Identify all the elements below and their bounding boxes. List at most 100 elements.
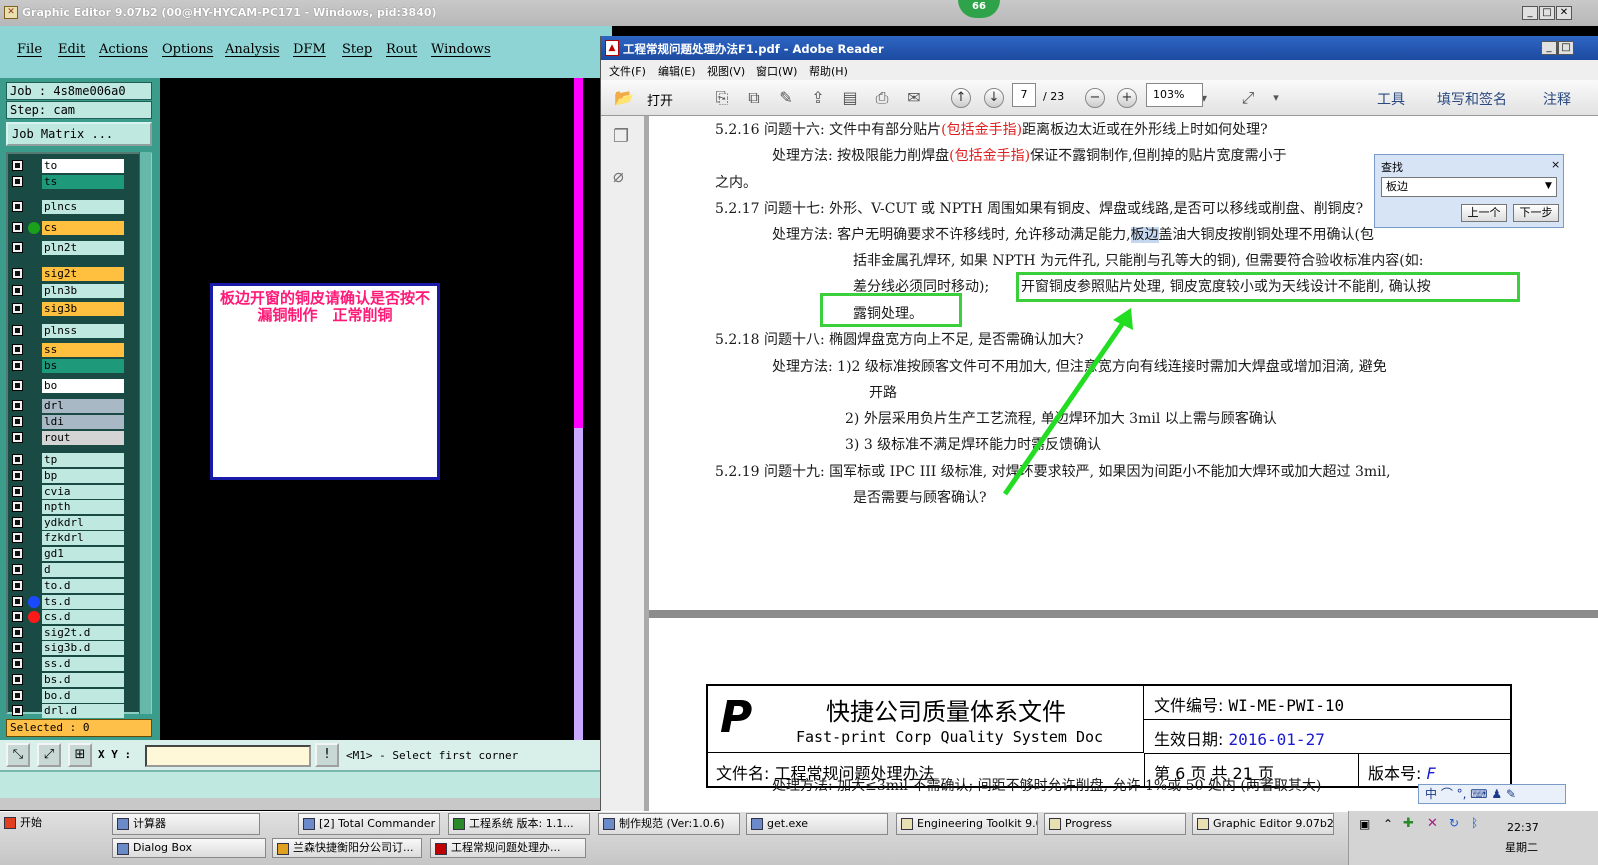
menu-options[interactable]: Options	[162, 42, 213, 57]
start-button[interactable]: 开始	[0, 813, 70, 835]
menu-windows[interactable]: Windows	[431, 42, 491, 57]
layer-checkbox[interactable]	[12, 380, 23, 391]
tray-x-icon[interactable]: ✕	[1427, 816, 1438, 831]
layer-name[interactable]: bp	[42, 469, 124, 483]
find-input[interactable]: 板边	[1381, 177, 1557, 197]
layer-row[interactable]: sig2t	[8, 266, 140, 282]
layer-checkbox[interactable]	[12, 517, 23, 528]
task-reader[interactable]: 工程常规问题处理办...	[430, 838, 586, 858]
layer-checkbox[interactable]	[12, 486, 23, 497]
layer-row[interactable]: ldi	[8, 414, 140, 430]
layer-name[interactable]: sig3b.d	[42, 641, 124, 655]
task-calculator[interactable]: 计算器	[112, 813, 260, 835]
layer-checkbox[interactable]	[12, 268, 23, 279]
layer-row[interactable]: rout	[8, 430, 140, 446]
layer-name[interactable]: cvia	[42, 485, 124, 499]
layer-row[interactable]: npth	[8, 499, 140, 515]
layer-name[interactable]: sig2t	[42, 267, 124, 281]
layer-row[interactable]: to.d	[8, 578, 140, 594]
layer-row[interactable]: sig3b	[8, 301, 140, 317]
layer-row[interactable]: sig2t.d	[8, 625, 140, 641]
find-dropdown-icon[interactable]: ▼	[1545, 181, 1552, 191]
layer-name[interactable]: cs.d	[42, 610, 124, 624]
layer-checkbox[interactable]	[12, 201, 23, 212]
layer-name[interactable]: ydkdrl	[42, 516, 124, 530]
layer-row[interactable]: plncs	[8, 199, 140, 215]
layer-checkbox[interactable]	[12, 344, 23, 355]
task-get-exe[interactable]: get.exe	[746, 813, 888, 835]
layer-name[interactable]: ldi	[42, 415, 124, 429]
layer-row[interactable]: ydkdrl	[8, 515, 140, 531]
layer-name[interactable]: rout	[42, 431, 124, 445]
layer-row[interactable]: cs	[8, 220, 140, 236]
layer-row[interactable]: bs.d	[8, 672, 140, 688]
tray-expand-icon[interactable]: ⌃	[1383, 817, 1393, 831]
layer-name[interactable]: cs	[42, 221, 124, 235]
layer-name[interactable]: bs	[42, 359, 124, 373]
layer-row[interactable]: ts	[8, 174, 140, 190]
task-total-commander[interactable]: [2] Total Commander 7...	[298, 813, 440, 835]
xy-input[interactable]	[145, 745, 311, 767]
layer-name[interactable]: to	[42, 159, 124, 173]
layer-name[interactable]: sig2t.d	[42, 626, 124, 640]
layer-row[interactable]: bo	[8, 378, 140, 394]
show-desktop-icon[interactable]: ▣	[1359, 817, 1370, 831]
layer-checkbox[interactable]	[12, 532, 23, 543]
layer-checkbox[interactable]	[12, 642, 23, 653]
layer-name[interactable]: pln2t	[42, 241, 124, 255]
layer-name[interactable]: bo	[42, 379, 124, 393]
layer-name[interactable]: ss.d	[42, 657, 124, 671]
layer-checkbox[interactable]	[12, 325, 23, 336]
menu-rout[interactable]: Rout	[386, 42, 417, 57]
task-dialog-box[interactable]: Dialog Box	[112, 838, 266, 858]
layer-checkbox[interactable]	[12, 303, 23, 314]
layer-row[interactable]: cvia	[8, 484, 140, 500]
tray-update-icon[interactable]: ↻	[1449, 816, 1459, 830]
layer-checkbox[interactable]	[12, 596, 23, 607]
layer-checkbox[interactable]	[12, 432, 23, 443]
menu-analysis[interactable]: Analysis	[225, 42, 280, 57]
layer-name[interactable]: pln3b	[42, 284, 124, 298]
zoom-area-icon[interactable]: ⤡	[6, 743, 30, 767]
layer-name[interactable]: d	[42, 563, 124, 577]
layer-name[interactable]: ss	[42, 343, 124, 357]
layer-row[interactable]: cs.d	[8, 609, 140, 625]
layer-name[interactable]: sig3b	[42, 302, 124, 316]
layer-name[interactable]: gd1	[42, 547, 124, 561]
job-matrix-button[interactable]: Job Matrix ...	[6, 122, 152, 146]
layer-checkbox[interactable]	[12, 454, 23, 465]
layer-row[interactable]: pln2t	[8, 240, 140, 256]
layer-list-scrollbar[interactable]	[139, 152, 151, 714]
menu-file[interactable]: File	[17, 42, 42, 57]
layer-name[interactable]: ts.d	[42, 595, 124, 609]
bluetooth-icon[interactable]: ᛒ	[1471, 816, 1478, 830]
layer-checkbox[interactable]	[12, 674, 23, 685]
alert-icon[interactable]: !	[315, 743, 339, 767]
layer-checkbox[interactable]	[12, 580, 23, 591]
task-eng-system[interactable]: 工程系统 版本: 1.1...	[448, 813, 590, 835]
layer-row[interactable]: bo.d	[8, 688, 140, 704]
layer-checkbox[interactable]	[12, 176, 23, 187]
minimize-button[interactable]: _	[1522, 6, 1538, 20]
layer-name[interactable]: tp	[42, 453, 124, 467]
layer-row[interactable]: drl.d	[8, 703, 140, 719]
task-eng-toolkit[interactable]: Engineering Toolkit 9.0...	[896, 813, 1038, 835]
clock-time[interactable]: 22:37	[1507, 821, 1539, 834]
find-close-icon[interactable]: ×	[1551, 158, 1560, 171]
layer-name[interactable]: ts	[42, 175, 124, 189]
close-button[interactable]: ✕	[1556, 6, 1572, 20]
layer-name[interactable]: plnss	[42, 324, 124, 338]
layer-row[interactable]: pln3b	[8, 283, 140, 299]
layer-row[interactable]: fzkdrl	[8, 530, 140, 546]
layer-checkbox[interactable]	[12, 285, 23, 296]
layer-checkbox[interactable]	[12, 222, 23, 233]
layer-checkbox[interactable]	[12, 627, 23, 638]
layer-row[interactable]: ss	[8, 342, 140, 358]
layer-row[interactable]: drl	[8, 398, 140, 414]
task-order[interactable]: 兰森快捷衡阳分公司订...	[272, 838, 422, 858]
layer-row[interactable]: bs	[8, 358, 140, 374]
layer-row[interactable]: sig3b.d	[8, 640, 140, 656]
tray-app-icon[interactable]: ✚	[1403, 816, 1414, 831]
layer-checkbox[interactable]	[12, 242, 23, 253]
layer-checkbox[interactable]	[12, 705, 23, 716]
